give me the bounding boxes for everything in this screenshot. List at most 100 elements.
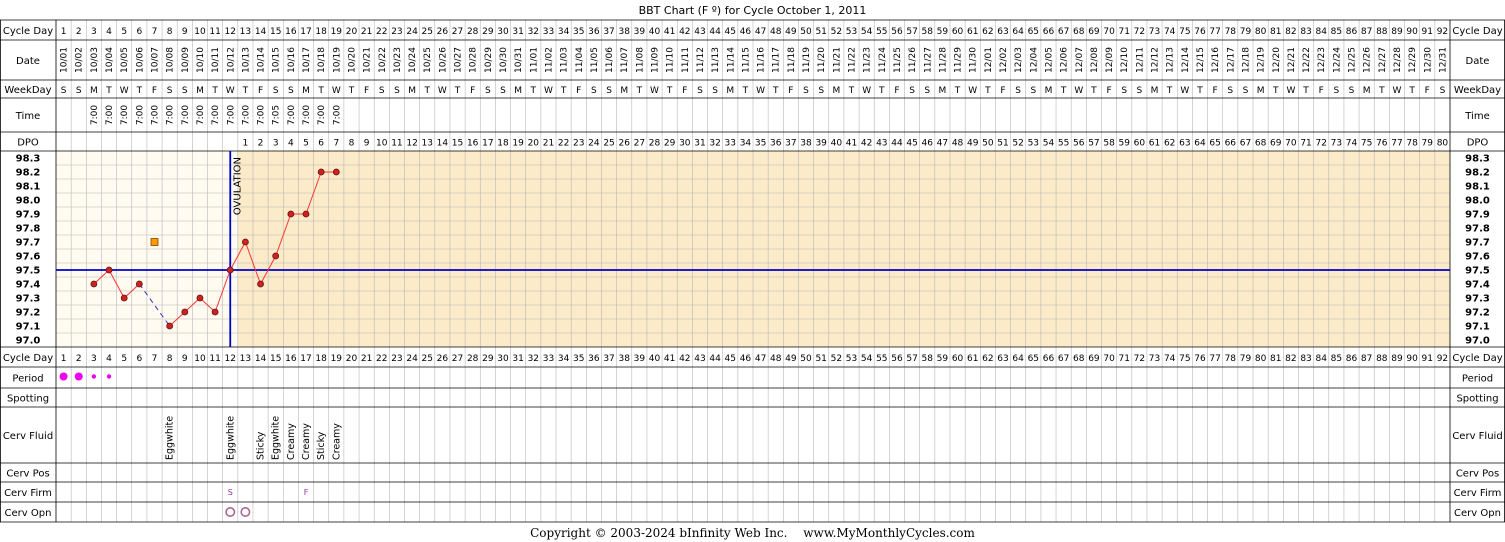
weekday-label: W [332, 86, 341, 96]
row-label-weekday: WeekDay [4, 85, 51, 96]
date-label: 11/25 [893, 47, 903, 73]
cycle-day-number: 16 [285, 27, 297, 37]
date-label: 11/05 [590, 47, 600, 73]
cycle-day-number: 11 [209, 27, 220, 37]
weekday-label: S [182, 86, 188, 96]
row-label-right-dpo: DPO [1467, 138, 1489, 149]
temp-point [302, 210, 310, 218]
dpo-number: 15 [452, 139, 463, 149]
weekday-label: T [211, 86, 218, 96]
cycle-day-number-bottom: 49 [785, 354, 797, 364]
dpo-number: 7 [333, 139, 339, 149]
dpo-number: 19 [512, 139, 524, 149]
dpo-number: 48 [952, 139, 964, 149]
row-label-right-date: Date [1466, 56, 1490, 67]
cycle-day-number: 53 [846, 27, 857, 37]
cycle-day-number-bottom: 59 [937, 354, 949, 364]
date-label: 12/16 [1211, 47, 1221, 73]
cycle-day-number-bottom: 66 [1043, 354, 1055, 364]
cycle-day-number-bottom: 50 [800, 354, 812, 364]
cycle-day-number: 12 [225, 27, 236, 37]
weekday-label: T [1060, 86, 1067, 96]
dpo-number: 5 [303, 139, 309, 149]
dpo-number: 26 [618, 139, 630, 149]
y-tick-label-right: 97.6 [1465, 252, 1490, 263]
cycle-day-number: 19 [331, 27, 343, 37]
cycle-day-number-bottom: 45 [725, 354, 736, 364]
date-label: 11/10 [666, 47, 676, 73]
weekday-label: M [832, 86, 840, 96]
date-label: 12/08 [1090, 47, 1100, 73]
row-label-cycle_day: Cycle Day [3, 26, 53, 37]
y-tick-label-right: 97.1 [1465, 322, 1490, 333]
dpo-number: 75 [1361, 139, 1372, 149]
cycle-day-number-bottom: 33 [543, 354, 554, 364]
dpo-number: 41 [846, 139, 857, 149]
site-link[interactable]: www.MyMonthlyCycles.com [803, 526, 975, 540]
weekday-label: S [485, 86, 491, 96]
weekday-label: M [620, 86, 628, 96]
dpo-number: 21 [543, 139, 554, 149]
y-tick-label-right: 97.3 [1465, 294, 1490, 305]
cycle-day-number: 23 [391, 27, 402, 37]
cycle-day-number-bottom: 61 [967, 354, 978, 364]
temp-point [257, 280, 264, 288]
date-label: 10/30 [499, 47, 509, 73]
date-label: 11/22 [847, 47, 857, 73]
dpo-number: 10 [376, 139, 388, 149]
cycle-day-number-bottom: 90 [1406, 354, 1418, 364]
cycle-day-number-bottom: 10 [194, 354, 206, 364]
cycle-day-number: 47 [755, 27, 766, 37]
weekday-label: S [712, 86, 718, 96]
dpo-number: 57 [1088, 139, 1099, 149]
date-label: 12/06 [1060, 47, 1070, 73]
temp-point [287, 210, 295, 218]
weekday-label: F [682, 86, 687, 96]
cycle-day-number-bottom: 79 [1240, 354, 1252, 364]
row-label-cerv_firm: Cerv Firm [4, 488, 52, 499]
y-tick-label-right: 98.3 [1465, 154, 1490, 165]
dpo-number: 49 [967, 139, 979, 149]
cycle-day-number-bottom: 14 [255, 354, 267, 364]
weekday-label: W [226, 86, 235, 96]
row-label-right-cerv_opn: Cerv Opn [1454, 508, 1501, 519]
date-label: 12/28 [1393, 47, 1403, 73]
date-label: 12/18 [1241, 47, 1251, 73]
date-label: 12/31 [1438, 47, 1448, 73]
weekday-label: T [1408, 86, 1415, 96]
dpo-number: 31 [694, 139, 705, 149]
cycle-day-number: 77 [1209, 27, 1220, 37]
y-tick-label: 97.5 [16, 266, 41, 277]
bbt-chart: BBT Chart (F º) for Cycle October 1, 201… [0, 0, 1505, 524]
date-label: 12/19 [1257, 47, 1267, 73]
weekday-label: F [1425, 86, 1430, 96]
row-label-right-time: Time [1464, 111, 1489, 122]
cycle-day-number: 86 [1346, 27, 1358, 37]
cycle-day-number: 45 [725, 27, 736, 37]
weekday-label: T [423, 86, 430, 96]
dpo-number: 72 [1315, 139, 1326, 149]
cycle-day-number: 17 [300, 27, 311, 37]
cycle-day-number-bottom: 75 [1179, 354, 1190, 364]
cycle-day-number: 7 [152, 27, 158, 37]
date-label: 10/13 [241, 47, 251, 73]
period-dot-heavy [59, 372, 68, 381]
cycle-day-number: 15 [270, 27, 281, 37]
temp-point [181, 308, 189, 316]
dpo-number: 61 [1149, 139, 1160, 149]
cycle-day-number: 60 [952, 27, 964, 37]
cycle-day-number-bottom: 74 [1164, 354, 1176, 364]
cycle-day-number-bottom: 48 [770, 354, 782, 364]
cycle-day-number: 92 [1437, 27, 1448, 37]
cycle-day-number-bottom: 39 [634, 354, 646, 364]
dpo-number: 22 [558, 139, 569, 149]
weekday-label: M [302, 86, 310, 96]
date-label: 11/02 [544, 47, 554, 73]
weekday-label: T [772, 86, 779, 96]
weekday-label: W [650, 86, 659, 96]
cycle-day-number: 76 [1194, 27, 1206, 37]
cycle-day-number: 81 [1270, 27, 1281, 37]
cycle-day-number: 65 [1028, 27, 1039, 37]
cycle-day-number: 21 [361, 27, 372, 37]
cycle-day-number-bottom: 76 [1194, 354, 1206, 364]
